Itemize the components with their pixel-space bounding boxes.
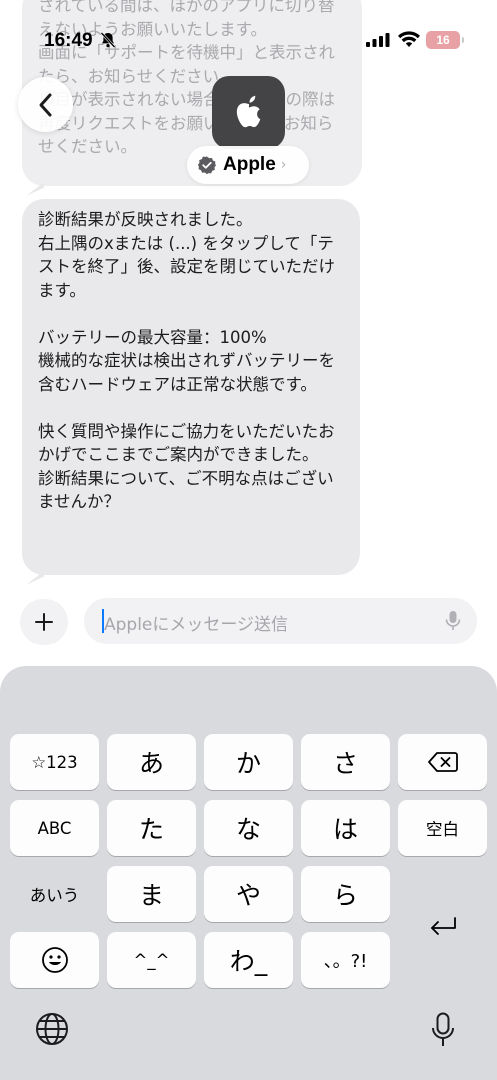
key-na-row[interactable]: な [204,800,293,856]
add-attachment-button[interactable] [20,599,68,645]
signal-icon [366,33,390,47]
key-space[interactable]: 空白 [398,800,487,856]
globe-icon[interactable] [35,1012,69,1046]
key-ma-row[interactable]: ま [107,866,196,922]
battery-icon: 16 [426,31,464,49]
business-name: Apple [223,154,276,175]
latest-message-bubble: 診断結果が反映されました。 右上隅のxまたは (...) をタップして「テストを… [22,199,360,575]
plus-icon [35,613,53,631]
verified-badge-icon [198,156,216,174]
key-ka-row[interactable]: か [204,734,293,790]
key-punctuation[interactable]: 、。?! [301,932,390,988]
emoji-key[interactable] [10,932,99,988]
key-a-row[interactable]: あ [107,734,196,790]
back-button[interactable] [18,77,73,132]
status-bar: 16:49 16 [0,0,497,54]
key-numbers-mode[interactable]: ☆123 [10,734,99,790]
status-time: 16:49 [44,30,93,51]
dictation-mic-icon[interactable] [445,610,461,632]
chevron-left-icon [39,93,51,116]
key-wa-row[interactable]: わ_ [204,932,293,988]
key-kaomoji[interactable]: ^_^ [107,932,196,988]
key-abc-mode[interactable]: ABC [10,800,99,856]
return-arrow-icon [430,917,456,935]
chevron-right-icon: › [280,157,287,173]
business-name-pill[interactable]: Apple › [187,146,309,184]
key-ya-row[interactable]: や [204,866,293,922]
delete-key[interactable] [398,734,487,790]
emoji-face-icon [41,947,68,973]
apple-logo-icon [236,95,260,127]
key-kana-mode[interactable]: あいう [10,866,99,922]
key-ha-row[interactable]: は [301,800,390,856]
message-placeholder: Appleにメッセージ送信 [104,615,289,635]
message-input[interactable]: Appleにメッセージ送信 [84,598,477,644]
return-key[interactable] [398,866,487,988]
bell-off-icon [100,32,116,48]
delete-backward-icon [427,752,458,772]
business-avatar[interactable] [212,76,285,149]
key-ta-row[interactable]: た [107,800,196,856]
key-ra-row[interactable]: ら [301,866,390,922]
wifi-icon [398,31,420,47]
japanese-keyboard: ☆123 あ か さ ABC た な は 空白 あいう ま や ら ^_^ わ_… [0,666,497,1080]
key-sa-row[interactable]: さ [301,734,390,790]
keyboard-mic-icon[interactable] [431,1012,455,1048]
